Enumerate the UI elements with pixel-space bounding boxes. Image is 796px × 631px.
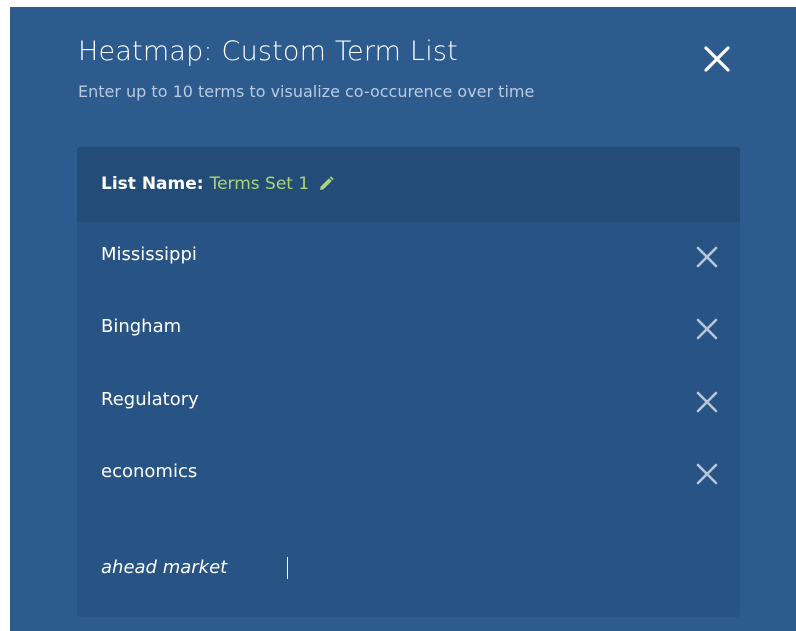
text-cursor xyxy=(287,557,288,579)
remove-term-button[interactable] xyxy=(694,244,720,270)
list-name-header: List Name: Terms Set 1 xyxy=(77,147,740,222)
close-modal-button[interactable] xyxy=(698,40,736,78)
term-text: Regulatory xyxy=(101,389,199,410)
close-icon xyxy=(704,46,730,72)
term-text: Bingham xyxy=(101,316,182,337)
custom-term-list-modal: Heatmap: Custom Term List Enter up to 10… xyxy=(10,7,796,631)
pencil-icon[interactable] xyxy=(317,175,335,193)
term-row: Bingham xyxy=(77,294,740,366)
close-icon xyxy=(696,463,718,485)
modal-subtitle: Enter up to 10 terms to visualize co-occ… xyxy=(78,82,535,101)
term-list-panel: List Name: Terms Set 1 Mississippi Bingh… xyxy=(77,147,740,617)
remove-term-button[interactable] xyxy=(694,316,720,342)
remove-term-button[interactable] xyxy=(694,461,720,487)
list-name: List Name: Terms Set 1 xyxy=(101,174,335,194)
list-name-label: List Name: xyxy=(101,174,204,194)
close-icon xyxy=(696,318,718,340)
list-name-value[interactable]: Terms Set 1 xyxy=(210,174,310,194)
modal-title: Heatmap: Custom Term List xyxy=(78,36,458,67)
term-row: Mississippi xyxy=(77,222,740,294)
close-icon xyxy=(696,246,718,268)
term-row: Regulatory xyxy=(77,367,740,439)
term-text: Mississippi xyxy=(101,244,197,265)
close-icon xyxy=(696,391,718,413)
new-term-input[interactable] xyxy=(101,552,701,582)
remove-term-button[interactable] xyxy=(694,389,720,415)
term-text: economics xyxy=(101,461,198,482)
term-row: economics xyxy=(77,439,740,511)
